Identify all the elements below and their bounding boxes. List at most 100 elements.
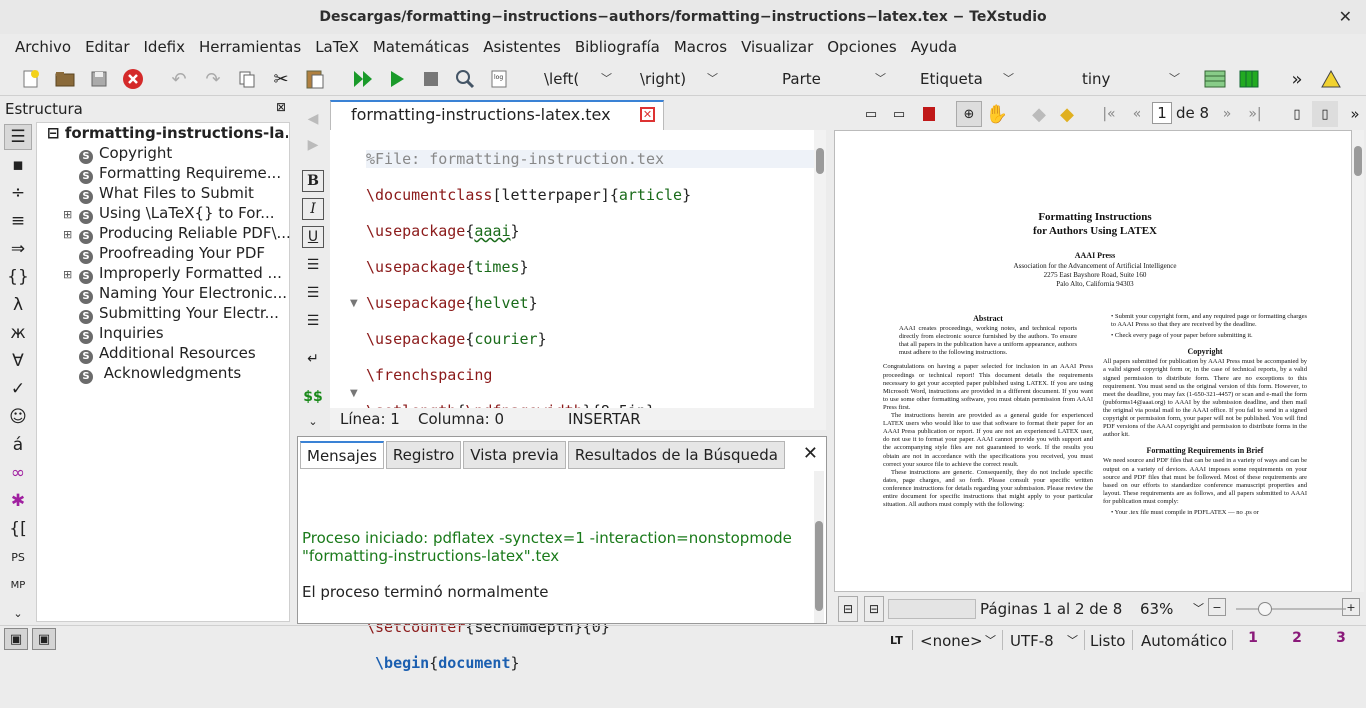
tree-item[interactable]: S Acknowledgments — [63, 363, 241, 384]
tab-mensajes[interactable]: Mensajes — [300, 441, 384, 469]
cut-icon[interactable]: ✂ — [268, 66, 294, 92]
pdf-hand-icon[interactable]: ✋ — [984, 101, 1010, 127]
pdf-single-page-icon[interactable]: ▯ — [1284, 101, 1310, 127]
collapse-icon[interactable]: ⊟ — [47, 124, 60, 142]
menu-visualizar[interactable]: Visualizar — [734, 34, 820, 60]
page-number-input[interactable]: 1 — [1152, 102, 1172, 124]
tree-item[interactable]: S Inquiries — [63, 323, 164, 344]
tree-item[interactable]: S What Files to Submit — [63, 183, 254, 204]
menu-opciones[interactable]: Opciones — [820, 34, 903, 60]
table-rows-icon[interactable] — [1202, 66, 1228, 92]
newline-icon[interactable]: ↵ — [302, 348, 324, 370]
pdf-viewer[interactable]: Formatting Instructions for Authors Usin… — [834, 130, 1352, 592]
menu-idefix[interactable]: Idefix — [137, 34, 193, 60]
language-combo[interactable]: <none> ﹀ — [920, 629, 998, 653]
tree-item[interactable]: ⊞ S Producing Reliable PDF\... — [63, 223, 291, 245]
pstricks-icon[interactable]: PS — [4, 544, 32, 570]
tree-item[interactable]: S Submitting Your Electr... — [63, 303, 279, 324]
greek-icon[interactable]: λ — [4, 292, 32, 318]
copy-icon[interactable] — [234, 66, 260, 92]
zoom-slider[interactable] — [1236, 602, 1346, 616]
align-left-icon[interactable]: ☰ — [302, 254, 324, 276]
bookmark-1-icon[interactable]: 1 — [1242, 627, 1264, 649]
tab-formatting-instructions[interactable]: formatting-instructions-latex.tex ✕ — [330, 100, 664, 130]
menu-asistentes[interactable]: Asistentes — [476, 34, 568, 60]
tab-registro[interactable]: Registro — [385, 441, 462, 469]
warning-icon[interactable] — [1318, 66, 1344, 92]
brackets-icon[interactable]: {[ — [4, 516, 32, 542]
zoom-combo[interactable]: 63% ﹀ — [1126, 597, 1208, 621]
zoom-in-icon[interactable]: + — [1342, 598, 1360, 616]
view-pdf-icon[interactable] — [452, 66, 478, 92]
pdf-window-icon[interactable]: ▭ — [886, 101, 912, 127]
close-file-icon[interactable] — [120, 66, 146, 92]
menu-latex[interactable]: LaTeX — [308, 34, 366, 60]
more-panels-icon[interactable]: ⌄ — [4, 600, 32, 626]
structure-close-icon[interactable]: ⊠ — [276, 100, 286, 114]
bookmark-2-icon[interactable]: 2 — [1286, 627, 1308, 649]
paste-icon[interactable] — [302, 66, 328, 92]
right-delimiter-combo[interactable]: \right) ﹀ — [640, 66, 720, 92]
expand-icon[interactable]: ⊞ — [63, 205, 75, 225]
forward-icon[interactable]: ▶ — [302, 134, 324, 156]
back-icon[interactable]: ◀ — [302, 108, 324, 130]
menu-editar[interactable]: Editar — [78, 34, 136, 60]
tree-item[interactable]: S Additional Resources — [63, 343, 256, 364]
menu-matematicas[interactable]: Matemáticas — [366, 34, 476, 60]
tree-item[interactable]: S Copyright — [63, 143, 172, 164]
menu-macros[interactable]: Macros — [667, 34, 734, 60]
messages-scrollbar[interactable] — [814, 471, 824, 623]
tab-resultados[interactable]: Resultados de la Búsqueda — [567, 441, 785, 469]
pdf-back-icon[interactable]: ◆ — [1026, 101, 1052, 127]
table-cols-icon[interactable] — [1236, 66, 1262, 92]
parte-combo[interactable]: Parte ﹀ — [782, 66, 888, 92]
compile-icon[interactable] — [384, 66, 410, 92]
menu-bibliografia[interactable]: Bibliografía — [568, 34, 667, 60]
more-format-icon[interactable]: ⌄ — [302, 410, 324, 432]
scroll-thumb[interactable] — [816, 148, 824, 174]
next-page-icon[interactable]: » — [1214, 101, 1240, 127]
prev-page-icon[interactable]: « — [1124, 101, 1150, 127]
spellcheck-icon[interactable]: LT — [890, 629, 903, 653]
pdf-more-button[interactable]: » — [1342, 101, 1366, 127]
new-file-icon[interactable] — [18, 66, 44, 92]
bookmark-3-icon[interactable]: 3 — [1330, 627, 1352, 649]
fold-icon[interactable]: ▼ — [350, 388, 358, 399]
relations-icon[interactable]: ≡ — [4, 208, 32, 234]
pdf-search-field[interactable] — [888, 599, 976, 619]
code-editor[interactable]: ▼ ▼ %File: formatting-instruction.tex \d… — [330, 130, 826, 672]
lock-sync-icon[interactable]: ⊟ — [864, 596, 884, 622]
zoom-slider-handle[interactable] — [1258, 602, 1272, 616]
operators-icon[interactable]: ÷ — [4, 180, 32, 206]
first-page-icon[interactable]: |« — [1096, 101, 1122, 127]
cyrillic-icon[interactable]: ж — [4, 320, 32, 346]
underline-icon[interactable]: U — [302, 226, 324, 248]
fold-icon[interactable]: ▼ — [350, 298, 358, 309]
stop-icon[interactable] — [418, 66, 444, 92]
tree-item[interactable]: S Proofreading Your PDF — [63, 243, 265, 264]
bold-icon[interactable]: B — [302, 170, 324, 192]
pdf-book-icon[interactable] — [916, 101, 942, 127]
menu-herramientas[interactable]: Herramientas — [192, 34, 308, 60]
bookmarks-icon[interactable]: ▪ — [4, 152, 32, 178]
auto-mode-status[interactable]: Automático — [1141, 629, 1227, 653]
misc-math-icon[interactable]: ∀ — [4, 348, 32, 374]
tree-item[interactable]: ⊞ S Using \LaTeX{} to For... — [63, 203, 275, 225]
view-log-icon[interactable]: log — [486, 66, 512, 92]
close-messages-icon[interactable]: ✕ — [803, 443, 818, 464]
menu-ayuda[interactable]: Ayuda — [904, 34, 964, 60]
italic-icon[interactable]: I — [302, 198, 324, 220]
toggle-messages-icon[interactable]: ▣ — [32, 628, 56, 650]
open-folder-icon[interactable] — [52, 66, 78, 92]
pdf-layout-icon[interactable]: ▭ — [858, 101, 884, 127]
window-close-button[interactable]: ✕ — [1339, 0, 1352, 34]
last-page-icon[interactable]: »| — [1242, 101, 1268, 127]
scroll-thumb[interactable] — [1354, 146, 1362, 176]
math-mode-icon[interactable]: $$ — [302, 386, 324, 408]
expand-icon[interactable]: ⊞ — [63, 225, 75, 245]
structure-panel-icon[interactable]: ☰ — [4, 124, 32, 150]
scroll-thumb[interactable] — [815, 521, 823, 611]
redo-icon[interactable]: ↷ — [200, 66, 226, 92]
editor-scrollbar[interactable] — [814, 130, 826, 430]
metapost-icon[interactable]: MP — [4, 572, 32, 598]
